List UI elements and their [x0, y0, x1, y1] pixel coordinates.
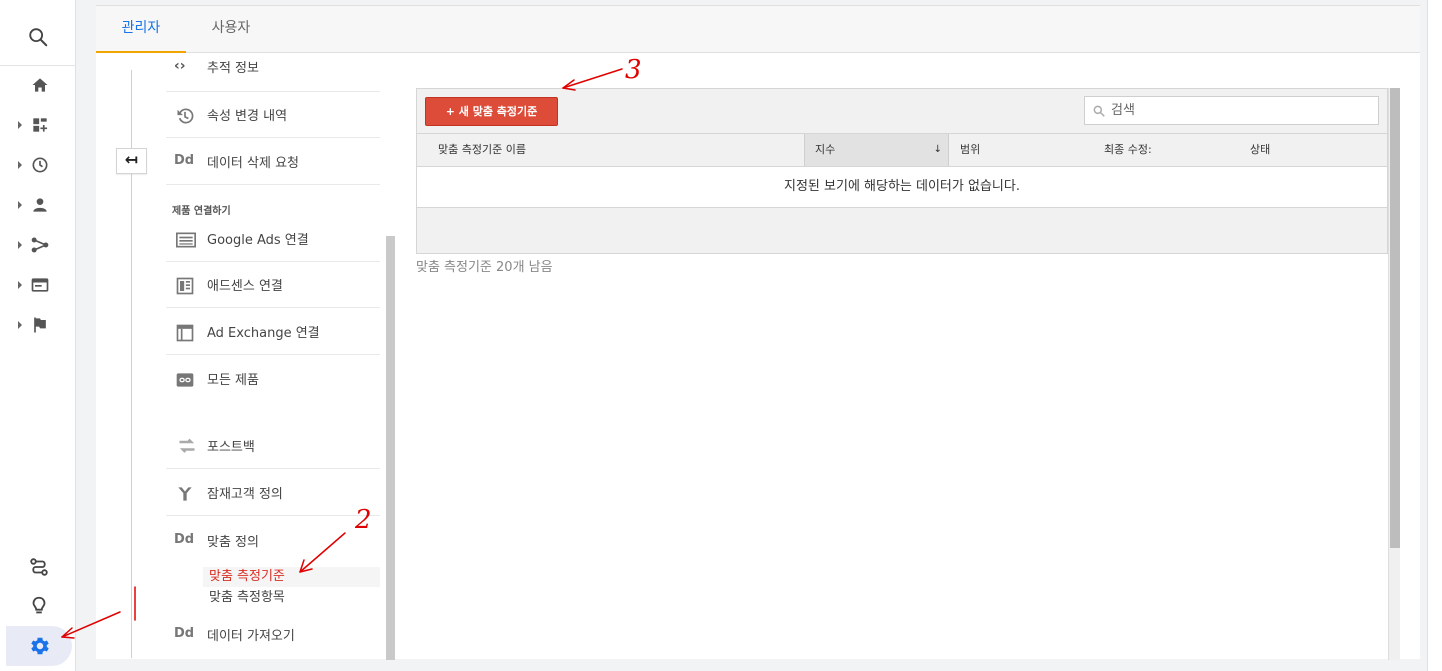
nav-item-data-import[interactable]: Dd 데이터 가져오기: [166, 612, 380, 658]
nav-item-label: 맞춤 정의: [207, 535, 259, 550]
history-icon: [177, 108, 194, 124]
table-header: 맞춤 측정기준 이름 지수 ↓ 범위 최종 수정: 상태: [417, 133, 1387, 167]
rail-item-realtime[interactable]: [0, 151, 76, 179]
home-icon: [32, 78, 48, 92]
link-icon: [176, 373, 194, 387]
rail-item-conversions[interactable]: [0, 311, 76, 339]
rail-item-home[interactable]: [0, 71, 76, 99]
nav-item-label: 애드센스 연결: [207, 279, 283, 294]
nav-item-adsense[interactable]: 애드센스 연결: [166, 262, 380, 308]
behavior-icon: [31, 278, 49, 292]
lightbulb-icon[interactable]: [28, 595, 50, 617]
search-input[interactable]: [1111, 100, 1371, 121]
back-button[interactable]: ↤: [116, 148, 147, 174]
nav-item-google-ads[interactable]: Google Ads 연결: [166, 216, 380, 262]
content-scrollbar[interactable]: [1388, 88, 1400, 660]
rail-item-audience[interactable]: [0, 191, 76, 219]
nav-item-tracking-info[interactable]: ‹› 추적 정보: [166, 46, 380, 92]
dd-icon: Dd: [174, 153, 195, 168]
caret-right-icon: [18, 281, 22, 289]
nav-item-property-history[interactable]: 속성 변경 내역: [166, 92, 380, 138]
search-icon[interactable]: [27, 26, 49, 48]
nav-item-label: Google Ads 연결: [207, 233, 309, 248]
app-root: 관리자 사용자 ↤ ‹› 추적 정보 속성 변경 내역 Dd 데이터 삭제 요청…: [0, 0, 1442, 671]
left-rail: [0, 0, 76, 671]
search-icon: [1093, 105, 1105, 117]
nav-item-ad-exchange[interactable]: Ad Exchange 연결: [166, 309, 380, 355]
scrollbar-thumb[interactable]: [1390, 88, 1400, 548]
nav-item-audience-definitions[interactable]: 잠재고객 정의: [166, 470, 380, 516]
column-header-last-modified[interactable]: 최종 수정:: [1104, 134, 1152, 166]
audience-icon: [178, 487, 192, 501]
clock-icon: [32, 157, 48, 173]
sub-item-custom-metrics[interactable]: 맞춤 측정항목: [203, 588, 380, 608]
acquisition-icon: [31, 237, 49, 253]
window-scrollbar[interactable]: [1427, 0, 1442, 671]
nav-item-label: 포스트백: [207, 440, 255, 455]
column-header-label: 지수: [815, 143, 836, 156]
rail-divider: [0, 65, 76, 66]
adsense-icon: [176, 277, 194, 295]
new-custom-dimension-button[interactable]: + 새 맞춤 측정기준: [425, 97, 558, 126]
caret-right-icon: [18, 241, 22, 249]
rail-item-customization[interactable]: [0, 111, 76, 139]
rail-item-behavior[interactable]: [0, 271, 76, 299]
column-header-name[interactable]: 맞춤 측정기준 이름: [438, 134, 526, 166]
nav-item-label: 데이터 가져오기: [207, 629, 295, 644]
column-header-scope[interactable]: 범위: [960, 134, 980, 166]
nav-item-data-deletion[interactable]: Dd 데이터 삭제 요청: [166, 139, 380, 185]
rail-item-acquisition[interactable]: [0, 231, 76, 259]
caret-right-icon: [18, 121, 22, 129]
empty-message: 지정된 보기에 해당하는 데이터가 없습니다.: [417, 167, 1387, 208]
person-icon: [33, 198, 47, 212]
column-header-status[interactable]: 상태: [1250, 134, 1270, 166]
flag-icon: [34, 317, 46, 333]
nav-item-postback[interactable]: 포스트백: [166, 423, 380, 469]
sort-arrow-icon: ↓: [933, 144, 942, 155]
route-icon[interactable]: [28, 556, 50, 578]
dd-icon: Dd: [174, 626, 195, 641]
search-field[interactable]: [1084, 96, 1379, 125]
nav-item-label: Ad Exchange 연결: [207, 326, 320, 341]
caret-right-icon: [18, 161, 22, 169]
nav-item-label: 잠재고객 정의: [207, 487, 283, 502]
gear-icon[interactable]: [29, 635, 51, 657]
nav-item-label: 속성 변경 내역: [207, 109, 288, 124]
nav-scrollbar[interactable]: [386, 236, 395, 660]
nav-item-custom-definitions[interactable]: Dd 맞춤 정의: [166, 518, 380, 564]
nav-item-label: 모든 제품: [207, 373, 259, 388]
remaining-count: 맞춤 측정기준 20개 남음: [416, 260, 553, 275]
caret-right-icon: [18, 321, 22, 329]
nav-item-label: 추적 정보: [207, 61, 259, 76]
postback-icon: [179, 438, 195, 453]
sub-item-custom-dimensions[interactable]: 맞춤 측정기준: [203, 567, 380, 587]
nav-item-all-products[interactable]: 모든 제품: [166, 356, 380, 402]
ads-icon: [176, 232, 196, 248]
dd-icon: Dd: [174, 532, 195, 547]
dashboard-icon: [33, 118, 48, 132]
section-product-linking: 제품 연결하기: [172, 206, 231, 217]
code-brackets-icon: ‹›: [174, 58, 186, 74]
adexchange-icon: [176, 324, 194, 342]
caret-right-icon: [18, 201, 22, 209]
column-header-index[interactable]: 지수 ↓: [804, 134, 949, 166]
nav-item-label: 데이터 삭제 요청: [207, 156, 299, 171]
